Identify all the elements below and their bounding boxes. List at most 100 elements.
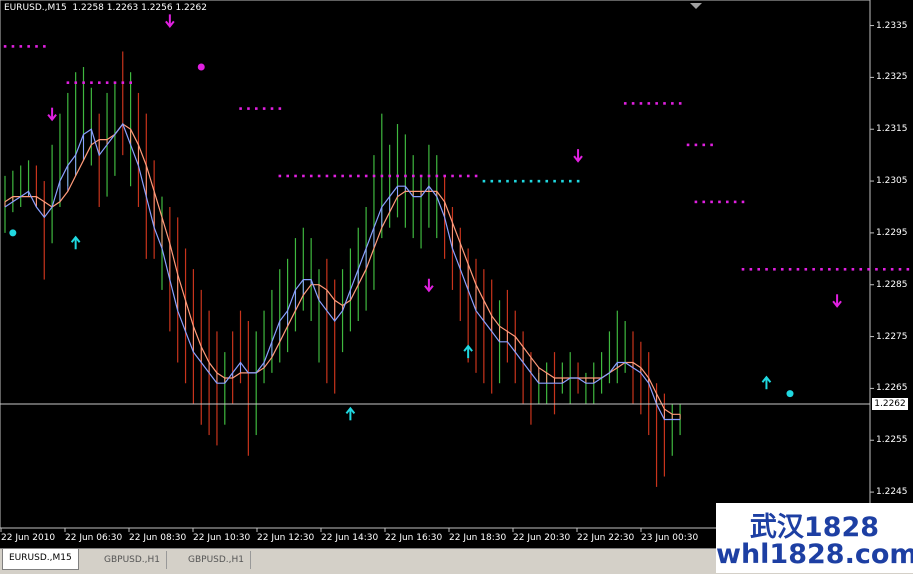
indicator-dot (19, 45, 23, 48)
indicator-dot (710, 200, 713, 204)
indicator-dot (694, 200, 698, 204)
indicator-dot (129, 81, 132, 84)
tab-gbpusd-h1-2[interactable]: GBPUSD.,H1 (182, 551, 252, 569)
indicator-dot (66, 81, 70, 84)
indicator-dot (466, 174, 470, 178)
indicator-dot (247, 107, 250, 110)
indicator-dot (663, 102, 666, 105)
indicator-dot (851, 267, 855, 271)
price-tick-label: 1.2255 (876, 435, 908, 446)
indicator-dot (655, 102, 658, 105)
indicator-dot (372, 174, 376, 178)
indicator-dot (404, 174, 407, 178)
indicator-dot (498, 179, 501, 183)
indicator-dot (380, 174, 384, 178)
watermark-logo: 武汉1828 whl1828.com (716, 503, 913, 573)
price-tick-label: 1.2305 (876, 176, 908, 187)
indicator-dot (545, 179, 549, 183)
indicator-dot (537, 179, 541, 183)
price-chart[interactable] (0, 0, 913, 548)
price-tick-label: 1.2285 (876, 279, 908, 290)
indicator-dot (278, 107, 282, 110)
time-tick-label: 22 Jun 14:30 (321, 533, 379, 543)
indicator-dot (113, 81, 117, 84)
indicator-dot (11, 45, 15, 48)
indicator-dot (820, 267, 823, 271)
signal-dot-icon (9, 229, 17, 237)
indicator-dot (773, 267, 776, 271)
indicator-dot (412, 174, 415, 178)
indicator-dot (788, 267, 792, 271)
indicator-dot (255, 107, 258, 110)
tab-eurusd-m15[interactable]: EURUSD.,M15 (2, 549, 79, 570)
indicator-dot (74, 81, 78, 84)
indicator-dot (490, 179, 494, 183)
price-tick-label: 1.2265 (876, 383, 908, 394)
indicator-dot (576, 179, 580, 183)
ma-slow-line (4, 123, 681, 415)
indicator-dot (569, 179, 572, 183)
time-tick-label: 22 Jun 18:30 (449, 533, 507, 543)
indicator-dot (906, 267, 910, 271)
indicator-dot (867, 267, 870, 271)
indicator-dot (859, 267, 863, 271)
indicator-dot (514, 179, 517, 183)
indicator-dot (105, 81, 109, 84)
indicator-dot (733, 200, 737, 204)
indicator-dot (890, 267, 894, 271)
indicator-dot (427, 174, 431, 178)
indicator-dot (561, 179, 564, 183)
indicator-dot (388, 174, 392, 178)
time-tick-label: 22 Jun 20:30 (513, 533, 571, 543)
indicator-dot (812, 267, 815, 271)
indicator-dot (90, 81, 93, 84)
indicator-dot (270, 107, 274, 110)
indicator-dot (741, 200, 745, 204)
indicator-dot (702, 143, 706, 147)
indicator-dot (435, 174, 439, 178)
price-tick-label: 1.2335 (876, 20, 908, 31)
indicator-dot (474, 174, 478, 178)
indicator-dot (82, 81, 85, 84)
time-tick-label: 22 Jun 08:30 (129, 533, 187, 543)
indicator-dot (843, 267, 847, 271)
indicator-dot (718, 200, 721, 204)
indicator-dot (623, 102, 627, 105)
indicator-dot (333, 174, 337, 178)
current-price-label: 1.2262 (872, 397, 908, 410)
indicator-dot (796, 267, 800, 271)
indicator-dot (828, 267, 831, 271)
indicator-dot (671, 102, 674, 105)
time-tick-label: 22 Jun 16:30 (385, 533, 443, 543)
chart-window[interactable]: EURUSD.,M15 1.2258 1.2263 1.2256 1.2262 … (0, 0, 913, 548)
indicator-dot (309, 174, 313, 178)
indicator-dot (121, 81, 125, 84)
indicator-dot (482, 179, 486, 183)
indicator-dot (726, 200, 729, 204)
chart-shift-marker[interactable] (690, 3, 702, 9)
indicator-dot (262, 107, 266, 110)
indicator-dot (506, 179, 509, 183)
price-tick-label: 1.2325 (876, 72, 908, 83)
indicator-dot (702, 200, 706, 204)
signal-dot-icon (197, 63, 205, 71)
indicator-dot (883, 267, 886, 271)
time-tick-label: 22 Jun 22:30 (577, 533, 635, 543)
tab-gbpusd-h1[interactable]: GBPUSD.,H1 (98, 551, 168, 569)
time-tick-label: 22 Jun 2010 (1, 533, 56, 543)
bars-group (4, 51, 681, 487)
time-tick-label: 22 Jun 06:30 (65, 533, 123, 543)
chart-header-info: EURUSD.,M15 1.2258 1.2263 1.2256 1.2262 (4, 3, 207, 13)
indicator-dot (325, 174, 329, 178)
indicator-dot (678, 102, 682, 105)
indicator-dot (349, 174, 352, 178)
watermark-line2: whl1828.com (716, 539, 913, 570)
indicator-dot (302, 174, 305, 178)
indicator-dot (686, 143, 690, 147)
indicator-dot (239, 107, 242, 110)
indicator-dot (98, 81, 101, 84)
indicator-dot (647, 102, 651, 105)
indicator-dot (278, 174, 282, 178)
indicator-dot (521, 179, 525, 183)
price-tick-label: 1.2295 (876, 227, 908, 238)
